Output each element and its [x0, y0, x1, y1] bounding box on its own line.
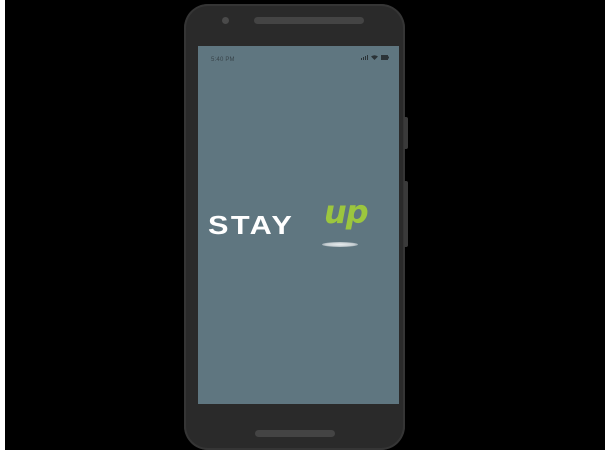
- top-speaker: [254, 17, 364, 24]
- signal-icon: [361, 55, 368, 60]
- power-button[interactable]: [404, 117, 408, 149]
- status-bar: 5:40 PM: [198, 46, 399, 63]
- status-time: 5:40 PM: [211, 57, 235, 63]
- bottom-speaker: [255, 430, 335, 437]
- logo-shadow: [322, 242, 358, 247]
- battery-icon: [381, 55, 389, 60]
- wifi-icon: [371, 55, 378, 60]
- front-camera-icon: [222, 17, 229, 24]
- logo-text-up: up: [324, 193, 369, 231]
- splash-screen: 5:40 PM STAY up: [198, 46, 399, 404]
- background: 5:40 PM STAY up: [5, 0, 605, 450]
- app-logo: STAY up: [208, 196, 388, 258]
- logo-text-stay: STAY: [208, 210, 295, 240]
- phone-frame: 5:40 PM STAY up: [184, 4, 408, 450]
- volume-button[interactable]: [404, 181, 408, 247]
- status-icons: [361, 55, 389, 60]
